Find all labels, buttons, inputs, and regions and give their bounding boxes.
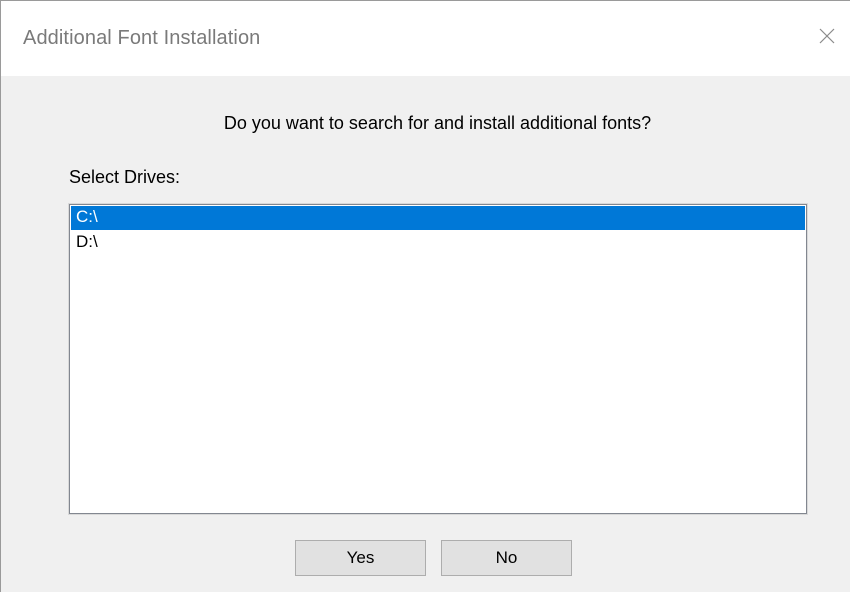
window-title: Additional Font Installation: [23, 27, 261, 49]
install-question: Do you want to search for and install ad…: [223, 113, 652, 133]
close-icon: [819, 28, 835, 44]
font-installation-dialog: Additional Font Installation Do you want…: [0, 0, 850, 592]
drives-listbox[interactable]: C:\ D:\: [68, 203, 808, 515]
title-bar: Additional Font Installation: [1, 1, 850, 76]
close-button[interactable]: [804, 1, 850, 71]
drive-item-d[interactable]: D:\: [71, 231, 805, 255]
drive-item-c[interactable]: C:\: [71, 206, 805, 230]
select-drives-label: Select Drives:: [69, 167, 181, 187]
no-button[interactable]: No: [441, 540, 572, 576]
yes-button[interactable]: Yes: [295, 540, 426, 576]
